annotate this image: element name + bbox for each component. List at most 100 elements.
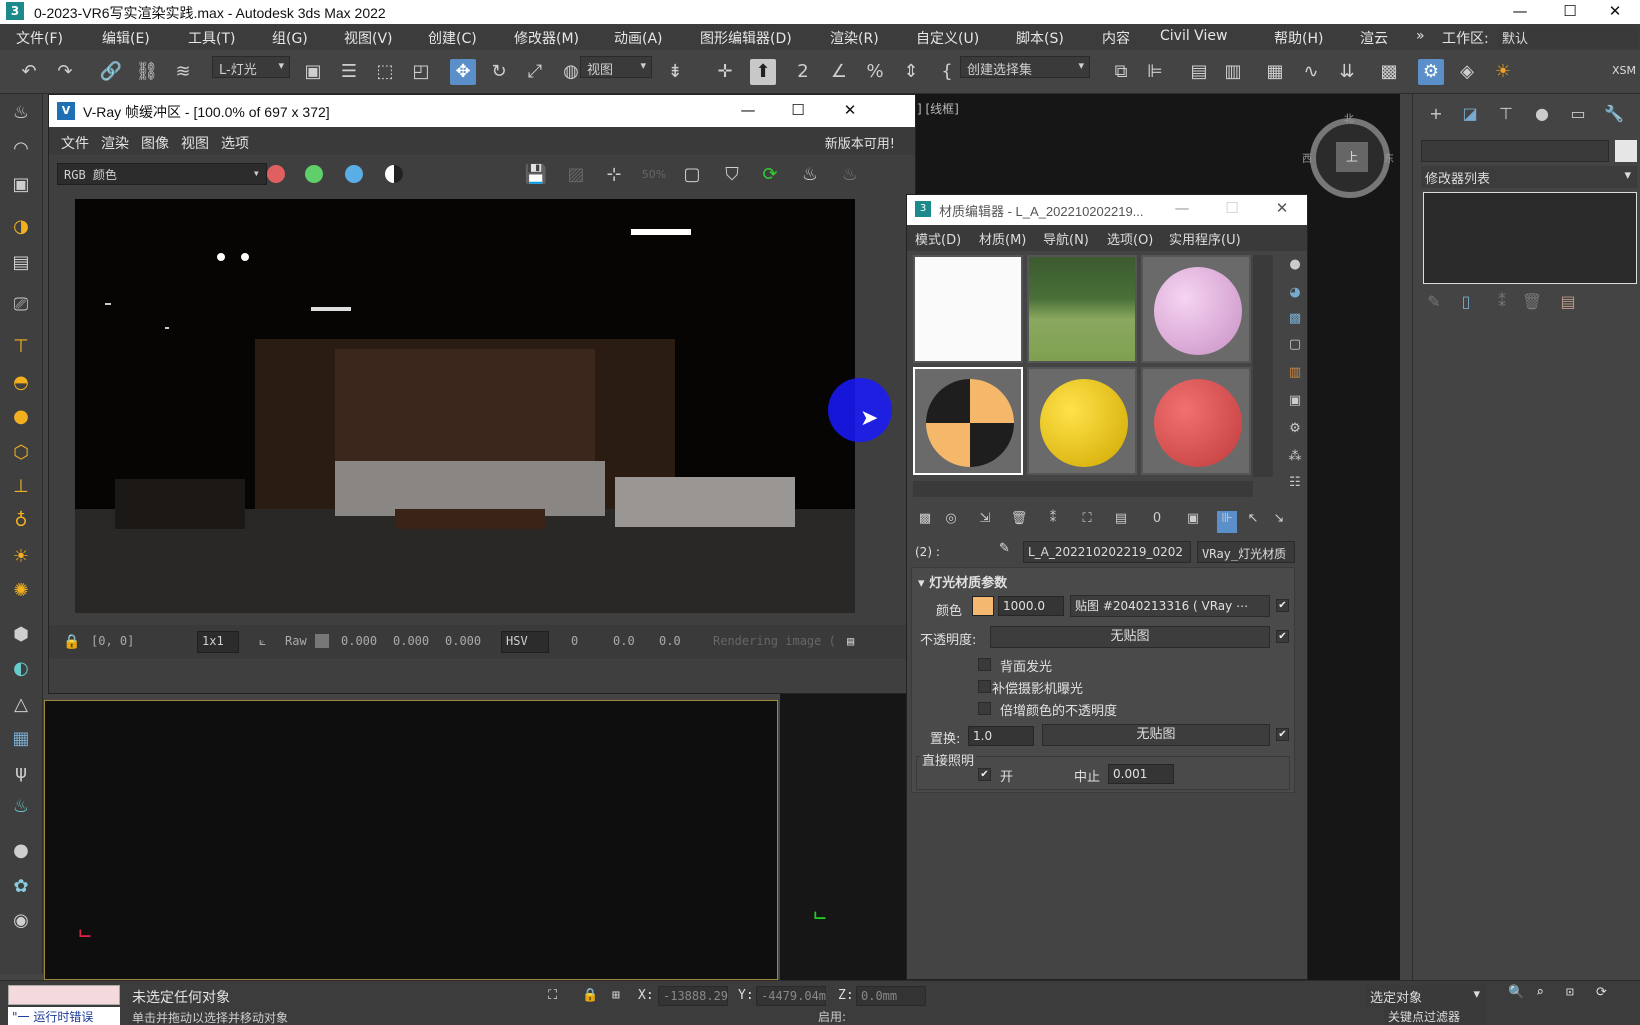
multiply-opacity-checkbox[interactable] <box>978 702 991 715</box>
teapot-icon[interactable]: ♨ <box>8 100 34 126</box>
interactive-render-icon[interactable]: ⟳ <box>757 162 783 188</box>
texmap-enable-checkbox[interactable]: ✔ <box>1276 599 1289 612</box>
pivot-icon[interactable]: ⇟ <box>662 59 688 85</box>
displace-spinner[interactable]: 1.0 <box>968 726 1034 746</box>
vfb-minimize-button[interactable]: — <box>723 99 773 123</box>
plane-icon[interactable]: △ <box>8 692 34 718</box>
keyboard-shortcut-icon[interactable]: ⬆ <box>750 59 776 85</box>
rotate-icon[interactable]: ↻ <box>486 59 512 85</box>
layer-dropdown[interactable]: L-灯光 <box>212 56 290 78</box>
go-forward-sibling-icon[interactable]: ↘ <box>1269 511 1289 533</box>
vfb-menu-image[interactable]: 图像 <box>141 133 169 153</box>
material-slot-6[interactable] <box>1141 367 1251 475</box>
make-unique-icon[interactable]: ⁑ <box>1489 292 1515 316</box>
go-to-parent-icon[interactable]: ↖ <box>1243 511 1263 533</box>
update-available-link[interactable]: 新版本可用! <box>825 133 895 152</box>
percent-snap-icon[interactable]: % <box>862 59 888 85</box>
object-name-field[interactable] <box>1421 140 1609 162</box>
uv-tiling-icon[interactable]: ▢ <box>1285 337 1305 359</box>
zoom-all-icon[interactable]: ⌕ <box>1536 985 1544 1000</box>
menu-scripting[interactable]: 脚本(S) <box>1016 28 1064 48</box>
vfb-menu-file[interactable]: 文件 <box>61 133 89 153</box>
show-end-result-icon[interactable]: ▯ <box>1453 292 1479 316</box>
red-channel-toggle[interactable] <box>267 165 285 183</box>
mated-minimize-button[interactable]: — <box>1157 197 1207 221</box>
slots-vertical-scrollbar[interactable] <box>1253 255 1273 477</box>
mated-menu-navigation[interactable]: 导航(N) <box>1043 229 1089 248</box>
make-unique-icon[interactable]: ⁑ <box>1043 511 1063 533</box>
edit-named-sets-icon[interactable]: { <box>934 59 960 85</box>
track-mouse-icon[interactable]: ⊹ <box>601 162 627 188</box>
lock-icon[interactable]: 🔒 <box>63 634 80 650</box>
mated-close-button[interactable]: ✕ <box>1257 197 1307 221</box>
render-channel-dropdown[interactable]: RGB 颜色 <box>57 163 267 185</box>
spot-light-icon[interactable]: ⊤ <box>8 334 34 360</box>
maximize-button[interactable]: ☐ <box>1545 0 1595 24</box>
rect-selection-icon[interactable]: ⬚ <box>372 59 398 85</box>
camera-list-icon[interactable]: ▤ <box>8 250 34 276</box>
close-button[interactable]: ✕ <box>1590 0 1640 24</box>
modifier-stack[interactable] <box>1423 192 1637 284</box>
rendered-frame-window-icon[interactable]: ◈ <box>1454 59 1480 85</box>
ies-light-icon[interactable]: ⊥ <box>8 474 34 500</box>
rollout-title[interactable]: ▾ 灯光材质参数 <box>918 572 1007 591</box>
material-name-field[interactable]: L_A_202210202219_0202 <box>1023 541 1191 563</box>
emit-backside-checkbox[interactable] <box>978 658 991 671</box>
scene-explorer-icon[interactable]: ▥ <box>1220 59 1246 85</box>
vfb-menu-view[interactable]: 视图 <box>181 133 209 153</box>
layer-explorer-icon[interactable]: ▤ <box>1186 59 1212 85</box>
key-filter-button[interactable]: 关键点过滤器 <box>1384 1007 1486 1025</box>
options-icon[interactable]: ⚙ <box>1285 421 1305 443</box>
eyedropper-icon[interactable]: ✎ <box>999 541 1010 556</box>
modify-tab-icon[interactable]: ◪ <box>1457 104 1483 128</box>
menu-xuanyun[interactable]: 渲云 <box>1360 28 1388 48</box>
mated-menu-options[interactable]: 选项(O) <box>1107 229 1153 248</box>
create-tab-icon[interactable]: + <box>1423 104 1449 128</box>
selection-set-dropdown[interactable]: 创建选择集 <box>960 56 1090 78</box>
menu-overflow[interactable]: » <box>1416 28 1425 44</box>
material-slot-5[interactable] <box>1027 367 1137 475</box>
render-log-icon[interactable]: ▤ <box>847 634 854 648</box>
render-production-icon[interactable]: ☀ <box>1490 59 1516 85</box>
scale-icon[interactable]: ⤢ <box>522 59 548 85</box>
sky-icon[interactable]: ✺ <box>8 578 34 604</box>
compensate-exposure-checkbox[interactable] <box>978 680 991 693</box>
blue-channel-toggle[interactable] <box>345 165 363 183</box>
configure-modifier-sets-icon[interactable]: ▤ <box>1555 292 1581 316</box>
selection-filter-dropdown[interactable]: 选定对象 <box>1366 985 1486 1007</box>
material-type-button[interactable]: VRay_灯光材质 <box>1197 541 1295 563</box>
opacity-enable-checkbox[interactable]: ✔ <box>1276 630 1289 643</box>
material-editor-icon[interactable]: ▩ <box>1376 59 1402 85</box>
menu-modifiers[interactable]: 修改器(M) <box>514 28 579 48</box>
link-icon[interactable]: 🔗 <box>98 59 124 85</box>
material-slot-2[interactable] <box>1027 255 1137 363</box>
show-in-viewport-icon[interactable]: ▣ <box>1183 511 1203 533</box>
zoom-dropdown[interactable]: 1x1 <box>197 631 239 653</box>
green-channel-toggle[interactable] <box>305 165 323 183</box>
unlink-icon[interactable]: ⛓ <box>134 59 160 85</box>
light-icon[interactable]: ◑ <box>8 214 34 240</box>
fire-icon[interactable]: ♨ <box>8 794 34 820</box>
menu-animation[interactable]: 动画(A) <box>614 28 663 48</box>
select-by-name-icon[interactable]: ☰ <box>336 59 362 85</box>
proxy-icon[interactable]: ⬢ <box>8 622 34 648</box>
box-icon[interactable]: ▣ <box>8 172 34 198</box>
menu-customize[interactable]: 自定义(U) <box>916 28 979 48</box>
align-icon[interactable]: ⊫ <box>1142 59 1168 85</box>
material-slot-1[interactable] <box>913 255 1023 363</box>
x-coord-field[interactable]: -13888.29 <box>658 986 728 1006</box>
displace-enable-checkbox[interactable]: ✔ <box>1276 728 1289 741</box>
lens-effects-icon[interactable]: ⛉ <box>719 162 745 188</box>
material-slot-4[interactable] <box>913 367 1023 475</box>
zoom-icon[interactable]: 🔍 <box>1508 985 1524 1000</box>
workspace-dropdown[interactable]: 默认 <box>1498 26 1638 48</box>
camera-icon[interactable]: ⎚ <box>8 292 34 318</box>
curve-icon[interactable]: ⟀ <box>259 634 266 649</box>
save-image-icon[interactable]: 💾 <box>523 162 549 188</box>
menu-civil-view[interactable]: Civil View <box>1160 28 1227 44</box>
window-crossing-icon[interactable]: ◰ <box>408 59 434 85</box>
remove-modifier-icon[interactable]: 🗑 <box>1519 292 1545 316</box>
mated-menu-utilities[interactable]: 实用程序(U) <box>1169 229 1241 248</box>
render-setup-icon[interactable]: ⚙ <box>1418 59 1444 85</box>
zoom-50-icon[interactable]: 50% <box>641 162 667 188</box>
